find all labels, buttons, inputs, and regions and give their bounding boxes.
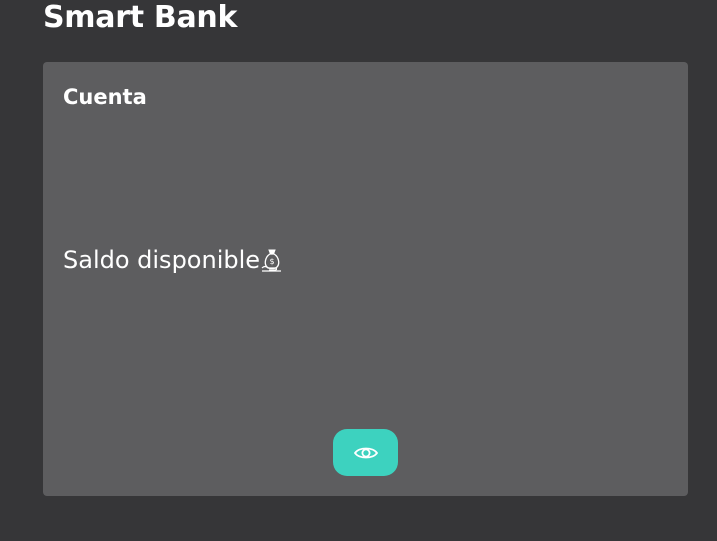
balance-label: Saldo disponible [63,246,261,274]
eye-icon [353,444,379,462]
app-title: Smart Bank [43,0,238,35]
toggle-balance-visibility-button[interactable] [333,429,398,476]
card-title: Cuenta [63,85,147,109]
balance-row: Saldo disponible $ [63,243,283,277]
money-bag-icon: $ [261,247,283,273]
account-card: Cuenta Saldo disponible $ [43,62,688,496]
svg-text:$: $ [269,257,274,266]
